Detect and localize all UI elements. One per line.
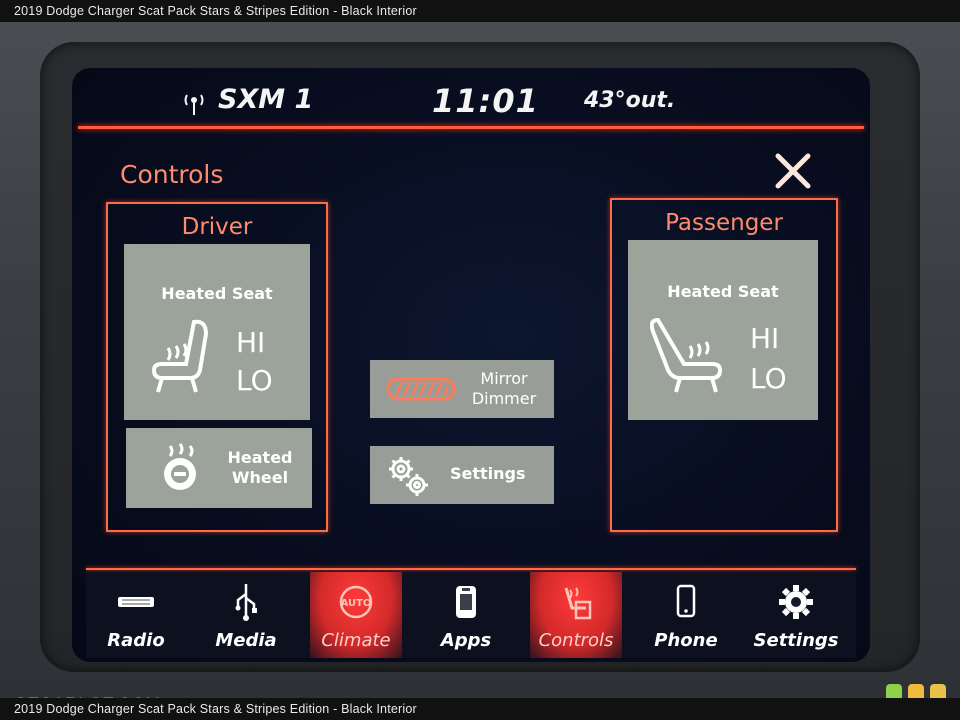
- mirror-line2: Dimmer: [471, 389, 537, 408]
- apps-icon: [456, 586, 476, 618]
- driver-heated-seat-label: Heated Seat: [161, 284, 273, 303]
- status-divider: [78, 126, 864, 129]
- nav-apps-label: Apps: [440, 630, 492, 651]
- radio-icon: [118, 597, 154, 607]
- gear-icon: [779, 585, 813, 619]
- bottom-nav: Radio Media AUTO Climate Apps Controls P…: [86, 572, 856, 658]
- nav-climate-label: Climate: [321, 630, 391, 651]
- outside-temperature: 43°out.: [584, 88, 676, 113]
- heated-wheel-line2: Wheel: [231, 468, 289, 487]
- passenger-heated-seat-button[interactable]: Heated Seat HI LO: [628, 240, 818, 420]
- usb-icon: [235, 584, 257, 621]
- caption-bottom: 2019 Dodge Charger Scat Pack Stars & Str…: [0, 698, 960, 720]
- controls-settings-button[interactable]: Settings: [370, 446, 554, 504]
- mirror-dimmer-button[interactable]: Mirror Dimmer: [370, 360, 554, 418]
- nav-radio-label: Radio: [107, 630, 165, 651]
- nav-divider: [86, 568, 856, 570]
- heated-wheel-button[interactable]: Heated Wheel: [126, 428, 312, 508]
- nav-phone[interactable]: Phone: [640, 572, 732, 658]
- driver-heated-seat-button[interactable]: Heated Seat HI LO: [124, 244, 310, 420]
- controls-settings-label: Settings: [450, 464, 526, 483]
- climate-auto-text: AUTO: [341, 598, 372, 609]
- driver-panel: Driver Heated Seat HI LO Heated Wheel: [106, 202, 328, 532]
- close-icon[interactable]: [772, 150, 814, 192]
- phone-icon: [676, 584, 696, 618]
- driver-title: Driver: [181, 214, 253, 240]
- caption-top: 2019 Dodge Charger Scat Pack Stars & Str…: [0, 0, 960, 22]
- gears-icon: [389, 457, 428, 496]
- mirror-line1: Mirror: [480, 369, 528, 388]
- infotainment-screen: SXM 1 11:01 43°out. Controls Driver Heat…: [72, 68, 870, 662]
- dashboard-bezel: SXM 1 11:01 43°out. Controls Driver Heat…: [0, 22, 960, 713]
- passenger-title: Passenger: [665, 210, 783, 236]
- page-title: Controls: [120, 160, 224, 189]
- satellite-radio-icon: [184, 94, 204, 115]
- passenger-panel: Passenger Heated Seat HI LO: [610, 198, 838, 532]
- heated-wheel-label: Heated Wheel: [220, 448, 300, 488]
- heated-seat-icon: [650, 317, 723, 393]
- heated-seat-icon: [151, 319, 209, 393]
- nav-phone-label: Phone: [654, 630, 718, 651]
- nav-controls[interactable]: Controls: [530, 572, 622, 658]
- driver-level-lo: LO: [236, 364, 273, 397]
- passenger-level-lo: LO: [750, 362, 787, 395]
- passenger-level-hi: HI: [750, 322, 780, 355]
- heated-wheel-line1: Heated: [227, 448, 293, 467]
- nav-apps[interactable]: Apps: [420, 572, 512, 658]
- status-bar: SXM 1 11:01 43°out.: [72, 68, 870, 126]
- mirror-icon: [386, 377, 456, 401]
- nav-media[interactable]: Media: [200, 572, 292, 658]
- climate-auto-icon: AUTO: [339, 585, 373, 619]
- mirror-dimmer-label: Mirror Dimmer: [464, 369, 544, 409]
- nav-radio[interactable]: Radio: [90, 572, 182, 658]
- driver-level-hi: HI: [236, 326, 266, 359]
- nav-media-label: Media: [215, 630, 277, 651]
- audio-source[interactable]: SXM 1: [218, 84, 313, 115]
- nav-climate[interactable]: AUTO Climate: [310, 572, 402, 658]
- nav-settings[interactable]: Settings: [750, 572, 842, 658]
- controls-icon: [564, 587, 592, 620]
- passenger-heated-seat-label: Heated Seat: [667, 282, 779, 301]
- heated-wheel-icon: [164, 443, 196, 490]
- nav-controls-label: Controls: [538, 630, 614, 651]
- nav-settings-label: Settings: [753, 630, 839, 651]
- clock: 11:01: [432, 82, 539, 120]
